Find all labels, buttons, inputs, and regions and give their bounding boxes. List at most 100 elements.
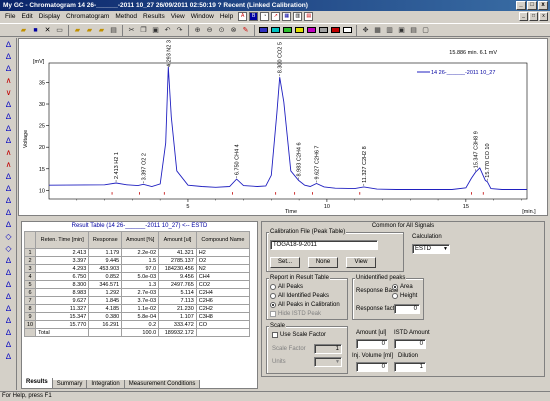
table-row[interactable]: 2 3.397 9.445 1.5 2785.137 O2 [23, 256, 251, 265]
integration-tool-icon[interactable]: ∆ [2, 219, 15, 230]
column-header[interactable]: Amount [%] [121, 231, 160, 249]
color-swatch-white[interactable] [343, 27, 352, 33]
table-row[interactable]: 1 2.413 1.179 2.2e-02 41.321 H2 [23, 248, 251, 257]
view-button[interactable]: View [346, 257, 376, 268]
zoom-out-icon[interactable]: ⊖ [204, 25, 215, 36]
color-swatch-red[interactable] [331, 27, 340, 33]
save-as-icon[interactable]: ▰ [96, 25, 107, 36]
integration-tool-icon[interactable]: ∧ [2, 159, 15, 170]
open-folder-icon[interactable]: ▰ [18, 25, 29, 36]
zoom-in-icon[interactable]: ⊕ [192, 25, 203, 36]
menu-chromatogram[interactable]: Chromatogram [63, 11, 112, 22]
menu-window[interactable]: Window [188, 11, 217, 22]
integration-tool-icon[interactable]: ∆ [2, 111, 15, 122]
integration-tool-icon[interactable]: ∆ [2, 291, 15, 302]
book-icon[interactable]: B [249, 12, 259, 21]
integration-tool-icon[interactable]: ∨ [2, 87, 15, 98]
integration-tool-icon[interactable]: ∆ [2, 339, 15, 350]
edit-icon[interactable]: ✎ [240, 25, 251, 36]
menu-edit[interactable]: Edit [18, 11, 35, 22]
column-header[interactable]: Reten. Time [min] [35, 231, 90, 249]
column-header[interactable]: Response [88, 231, 123, 249]
integration-tool-icon[interactable]: ∧ [2, 75, 15, 86]
radio-height[interactable]: Height [392, 293, 417, 299]
overlay-icon[interactable]: ▣ [396, 25, 407, 36]
integration-tool-icon[interactable]: ∆ [2, 207, 15, 218]
integration-tool-icon[interactable]: ∆ [2, 303, 15, 314]
zoom-reset-icon[interactable]: ⊗ [228, 25, 239, 36]
table-row[interactable]: 4 6.750 0.852 5.0e-03 9.456 CH4 [23, 272, 251, 281]
dilution-field[interactable]: 1 [394, 362, 426, 372]
table-icon[interactable]: ▦ [282, 12, 292, 21]
calibration-file-field[interactable]: TOGA18-9-2011 [270, 240, 378, 250]
integration-tool-icon[interactable]: ∆ [2, 63, 15, 74]
zoom-area-icon[interactable]: ⊙ [216, 25, 227, 36]
amount-field[interactable]: 0 [356, 339, 388, 349]
integration-tool-icon[interactable]: ∆ [2, 123, 15, 134]
integration-tool-icon[interactable]: ∆ [2, 99, 15, 110]
save-icon[interactable]: ■ [30, 25, 41, 36]
maximize-button[interactable]: □ [527, 1, 537, 10]
column-header[interactable]: Compound Name [195, 231, 251, 249]
chromatogram-chart[interactable]: 15.886 min. 6.1 mV [mV] Voltage Time [mi… [18, 38, 548, 216]
table-row[interactable]: 7 9.627 1.845 3.7e-03 7.113 C2H6 [23, 296, 251, 305]
paste-icon[interactable]: ▣ [150, 25, 161, 36]
integration-tool-icon[interactable]: ∆ [2, 255, 15, 266]
integration-tool-icon[interactable]: ∆ [2, 195, 15, 206]
menu-results[interactable]: Results [140, 11, 168, 22]
menu-view[interactable]: View [168, 11, 188, 22]
mdi-minimize-button[interactable]: _ [519, 12, 528, 21]
none-button[interactable]: None [308, 257, 338, 268]
calibration-icon[interactable]: A [238, 12, 248, 21]
units-select[interactable]: ▼ [314, 357, 342, 367]
menu-method[interactable]: Method [112, 11, 140, 22]
table-row[interactable]: 9 15.347 0.380 5.8e-04 1.107 C3H8 [23, 312, 251, 321]
copy-icon[interactable]: ❐ [138, 25, 149, 36]
result-table[interactable]: Reten. Time [min] Response Amount [%] Amoun… [23, 231, 251, 337]
radio-area[interactable]: Area [392, 284, 413, 290]
set-button[interactable]: Set... [270, 257, 300, 268]
integration-tool-icon[interactable]: ◇ [2, 231, 15, 242]
new-icon[interactable]: ▭ [54, 25, 65, 36]
redo-icon[interactable]: ↷ [174, 25, 185, 36]
tab-summary[interactable]: Summary [51, 380, 88, 389]
window-icon[interactable]: ▢ [420, 25, 431, 36]
menu-file[interactable]: File [2, 11, 18, 22]
mdi-close-button[interactable]: x [539, 12, 548, 21]
integration-tool-icon[interactable]: ∆ [2, 51, 15, 62]
layout-icon[interactable]: ▤ [408, 25, 419, 36]
integration-tool-icon[interactable]: ∆ [2, 279, 15, 290]
scale-factor-field[interactable]: 1 [314, 344, 342, 354]
cut-icon[interactable]: ✂ [126, 25, 137, 36]
table-row[interactable]: 5 8.300 346.571 1.3 2497.765 CO2 [23, 280, 251, 289]
tab-results[interactable]: Results [21, 378, 53, 389]
radio-all-peaks[interactable]: All Peaks [270, 284, 303, 290]
calculation-select[interactable]: ESTD ▼ [412, 244, 450, 254]
delete-icon[interactable]: ✕ [42, 25, 53, 36]
chart-icon[interactable]: ↗ [271, 12, 281, 21]
minimize-button[interactable]: _ [516, 1, 526, 10]
rack-icon[interactable]: ▥ [293, 12, 303, 21]
table-row[interactable]: 3 4.293 453.903 97.0 184230.456 N2 [23, 264, 251, 273]
integration-tool-icon[interactable]: ∆ [2, 315, 15, 326]
tab-integration[interactable]: Integration [86, 380, 125, 389]
color-swatch-magenta[interactable] [307, 27, 316, 33]
color-swatch-green[interactable] [283, 27, 292, 33]
move-icon[interactable]: ✥ [360, 25, 371, 36]
menu-display[interactable]: Display [36, 11, 63, 22]
inj-volume-field[interactable]: 0 [356, 362, 388, 372]
open-next-icon[interactable]: ▰ [84, 25, 95, 36]
grid-icon[interactable]: ▦ [372, 25, 383, 36]
radio-all-identified-peaks[interactable]: All Identified Peaks [270, 293, 329, 299]
close-button[interactable]: x [538, 1, 548, 10]
color-swatch-gray[interactable] [319, 27, 328, 33]
color-swatch-yellow[interactable] [295, 27, 304, 33]
column-header[interactable]: Amount [ul] [158, 231, 197, 249]
integration-tool-icon[interactable]: ∆ [2, 39, 15, 50]
color-swatch-cyan[interactable] [271, 27, 280, 33]
menu-help[interactable]: Help [217, 11, 236, 22]
undo-icon[interactable]: ↶ [162, 25, 173, 36]
use-scale-factor-checkbox[interactable]: Use Scale Factor [272, 332, 326, 338]
print-icon[interactable]: ▤ [108, 25, 119, 36]
mdi-restore-button[interactable]: □ [529, 12, 538, 21]
